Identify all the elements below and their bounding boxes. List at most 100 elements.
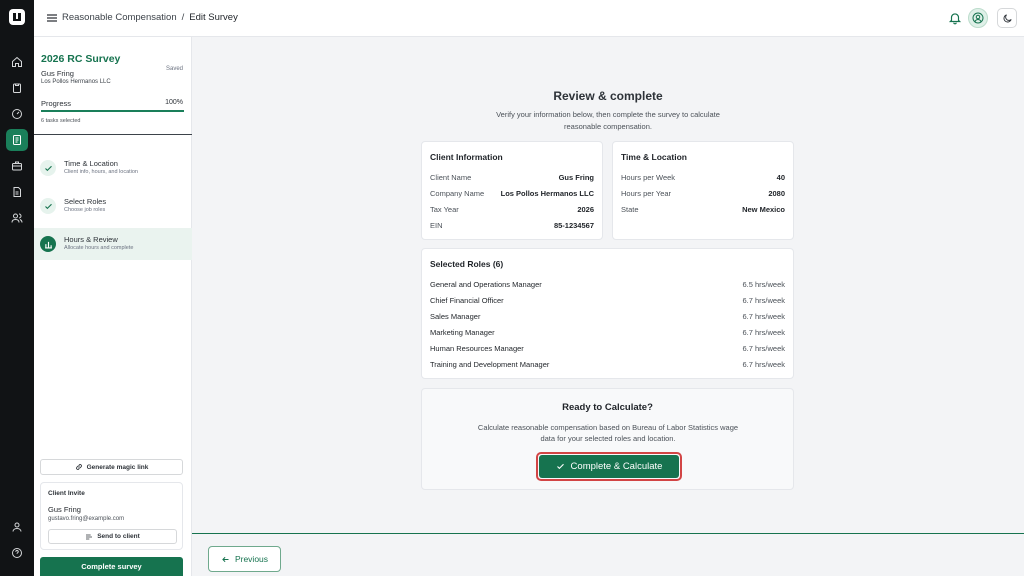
role-name: Training and Development Manager — [430, 360, 550, 369]
progress-value: 100% — [165, 99, 183, 106]
role-hours: 6.7 hrs/week — [742, 360, 785, 369]
client-info-row: Company Name Los Pollos Hermanos LLC — [430, 189, 594, 199]
step-subtitle: Allocate hours and complete — [64, 245, 134, 251]
survey-title: 2026 RC Survey — [41, 53, 121, 65]
progress-bar-fill — [41, 110, 184, 112]
role-hours: 6.7 hrs/week — [742, 328, 785, 337]
arrow-left-icon — [222, 556, 229, 562]
briefcase-icon[interactable] — [6, 155, 28, 177]
app-rail — [0, 0, 34, 576]
footer-bar: Previous — [192, 533, 1024, 576]
complete-survey-button[interactable]: Complete survey — [40, 557, 183, 576]
menu-icon[interactable] — [46, 12, 58, 24]
row-label: EIN — [430, 221, 443, 230]
survey-icon[interactable] — [6, 129, 28, 151]
row-label: Company Name — [430, 189, 485, 198]
role-name: General and Operations Manager — [430, 280, 542, 289]
role-name: Sales Manager — [430, 312, 481, 321]
time-location-row: State New Mexico — [621, 205, 785, 215]
role-name: Human Resources Manager — [430, 344, 524, 353]
invite-name: Gus Fring — [48, 505, 81, 514]
role-row: Sales Manager 6.7 hrs/week — [430, 312, 785, 322]
breadcrumb-parent[interactable]: Reasonable Compensation — [62, 12, 177, 23]
complete-calculate-label: Complete & Calculate — [570, 461, 663, 472]
check-icon — [40, 160, 56, 176]
saved-status: Saved — [165, 66, 183, 72]
row-label: State — [621, 205, 639, 214]
step-hours-review[interactable]: Hours & Review Allocate hours and comple… — [34, 228, 192, 260]
time-location-row: Hours per Week 40 — [621, 173, 785, 183]
role-hours: 6.5 hrs/week — [742, 280, 785, 289]
role-row: General and Operations Manager 6.5 hrs/we… — [430, 280, 785, 290]
invite-email: gustavo.fring@example.com — [48, 516, 125, 522]
send-to-client-label: Send to client — [97, 533, 140, 540]
selected-roles-card: Selected Roles (6) General and Operation… — [421, 248, 794, 379]
sidebar-client-name: Gus Fring — [41, 69, 74, 78]
profile-icon[interactable] — [6, 516, 28, 538]
users-icon[interactable] — [6, 207, 28, 229]
role-hours: 6.7 hrs/week — [742, 312, 785, 321]
step-title: Hours & Review — [64, 235, 118, 244]
send-to-client-button[interactable]: Send to client — [48, 529, 177, 544]
role-row: Marketing Manager 6.7 hrs/week — [430, 328, 785, 338]
breadcrumb-current: Edit Survey — [189, 12, 238, 23]
progress-label: Progress — [41, 99, 72, 108]
row-value: 2026 — [577, 205, 594, 214]
client-info-row: Client Name Gus Fring — [430, 173, 594, 183]
row-value: New Mexico — [742, 205, 785, 214]
row-value: Los Pollos Hermanos LLC — [500, 189, 594, 198]
client-info-row: EIN 85-1234567 — [430, 221, 594, 231]
magic-link-label: Generate magic link — [86, 463, 149, 471]
role-row: Chief Financial Officer 6.7 hrs/week — [430, 296, 785, 306]
sidebar-company: Los Pollos Hermanos LLC — [41, 79, 111, 85]
user-circle-icon — [972, 12, 984, 24]
help-icon[interactable] — [6, 542, 28, 564]
tasks-selected: 6 tasks selected — [41, 118, 81, 124]
progress-bar — [41, 110, 184, 112]
ready-subtitle: Calculate reasonable compensation based … — [477, 423, 739, 443]
client-invite-card: Client Invite Gus Fring gustavo.fring@ex… — [40, 482, 183, 550]
theme-toggle[interactable] — [997, 8, 1017, 28]
card-heading: Time & Location — [621, 152, 687, 162]
check-icon — [556, 463, 564, 470]
step-select-roles[interactable]: Select Roles Choose job roles — [34, 190, 192, 222]
row-label: Hours per Week — [621, 173, 676, 182]
breadcrumb-separator: / — [181, 12, 185, 23]
step-subtitle: Client info, hours, and location — [64, 169, 138, 175]
time-location-row: Hours per Year 2080 — [621, 189, 785, 199]
row-value: Gus Fring — [558, 173, 594, 182]
row-value: 2080 — [768, 189, 785, 198]
time-location-card: Time & Location Hours per Week 40 Hours p… — [612, 141, 794, 240]
sidebar-divider — [34, 134, 192, 135]
home-icon[interactable] — [6, 51, 28, 73]
complete-calculate-button[interactable]: Complete & Calculate — [536, 452, 682, 481]
main-content: Review & complete Verify your informatio… — [192, 37, 1024, 534]
gauge-icon[interactable] — [6, 103, 28, 125]
clipboard-icon[interactable] — [6, 77, 28, 99]
step-time-location[interactable]: Time & Location Client info, hours, and … — [34, 152, 192, 184]
row-label: Tax Year — [430, 205, 459, 214]
client-information-card: Client Information Client Name Gus Fring … — [421, 141, 603, 240]
generate-magic-link-button[interactable]: Generate magic link — [40, 459, 183, 475]
previous-button[interactable]: Previous — [208, 546, 281, 572]
bell-icon[interactable] — [948, 11, 962, 25]
complete-calculate-inner: Complete & Calculate — [539, 455, 679, 478]
bar-chart-icon — [40, 236, 56, 252]
invite-heading: Client Invite — [48, 490, 85, 497]
document-icon[interactable] — [6, 181, 28, 203]
card-heading: Client Information — [430, 152, 503, 162]
link-icon — [75, 464, 82, 470]
step-subtitle: Choose job roles — [64, 207, 106, 213]
send-icon — [86, 534, 93, 539]
check-icon — [40, 198, 56, 214]
role-name: Chief Financial Officer — [430, 296, 504, 305]
row-value: 40 — [776, 173, 785, 182]
page-title: Review & complete — [553, 89, 663, 103]
survey-sidebar: 2026 RC Survey Gus Fring Los Pollos Herm… — [34, 37, 192, 576]
ready-heading: Ready to Calculate? — [562, 402, 653, 413]
user-avatar[interactable] — [968, 8, 988, 28]
role-hours: 6.7 hrs/week — [742, 344, 785, 353]
previous-label: Previous — [234, 554, 269, 564]
row-label: Client Name — [430, 173, 472, 182]
app-logo-icon[interactable] — [9, 9, 25, 25]
